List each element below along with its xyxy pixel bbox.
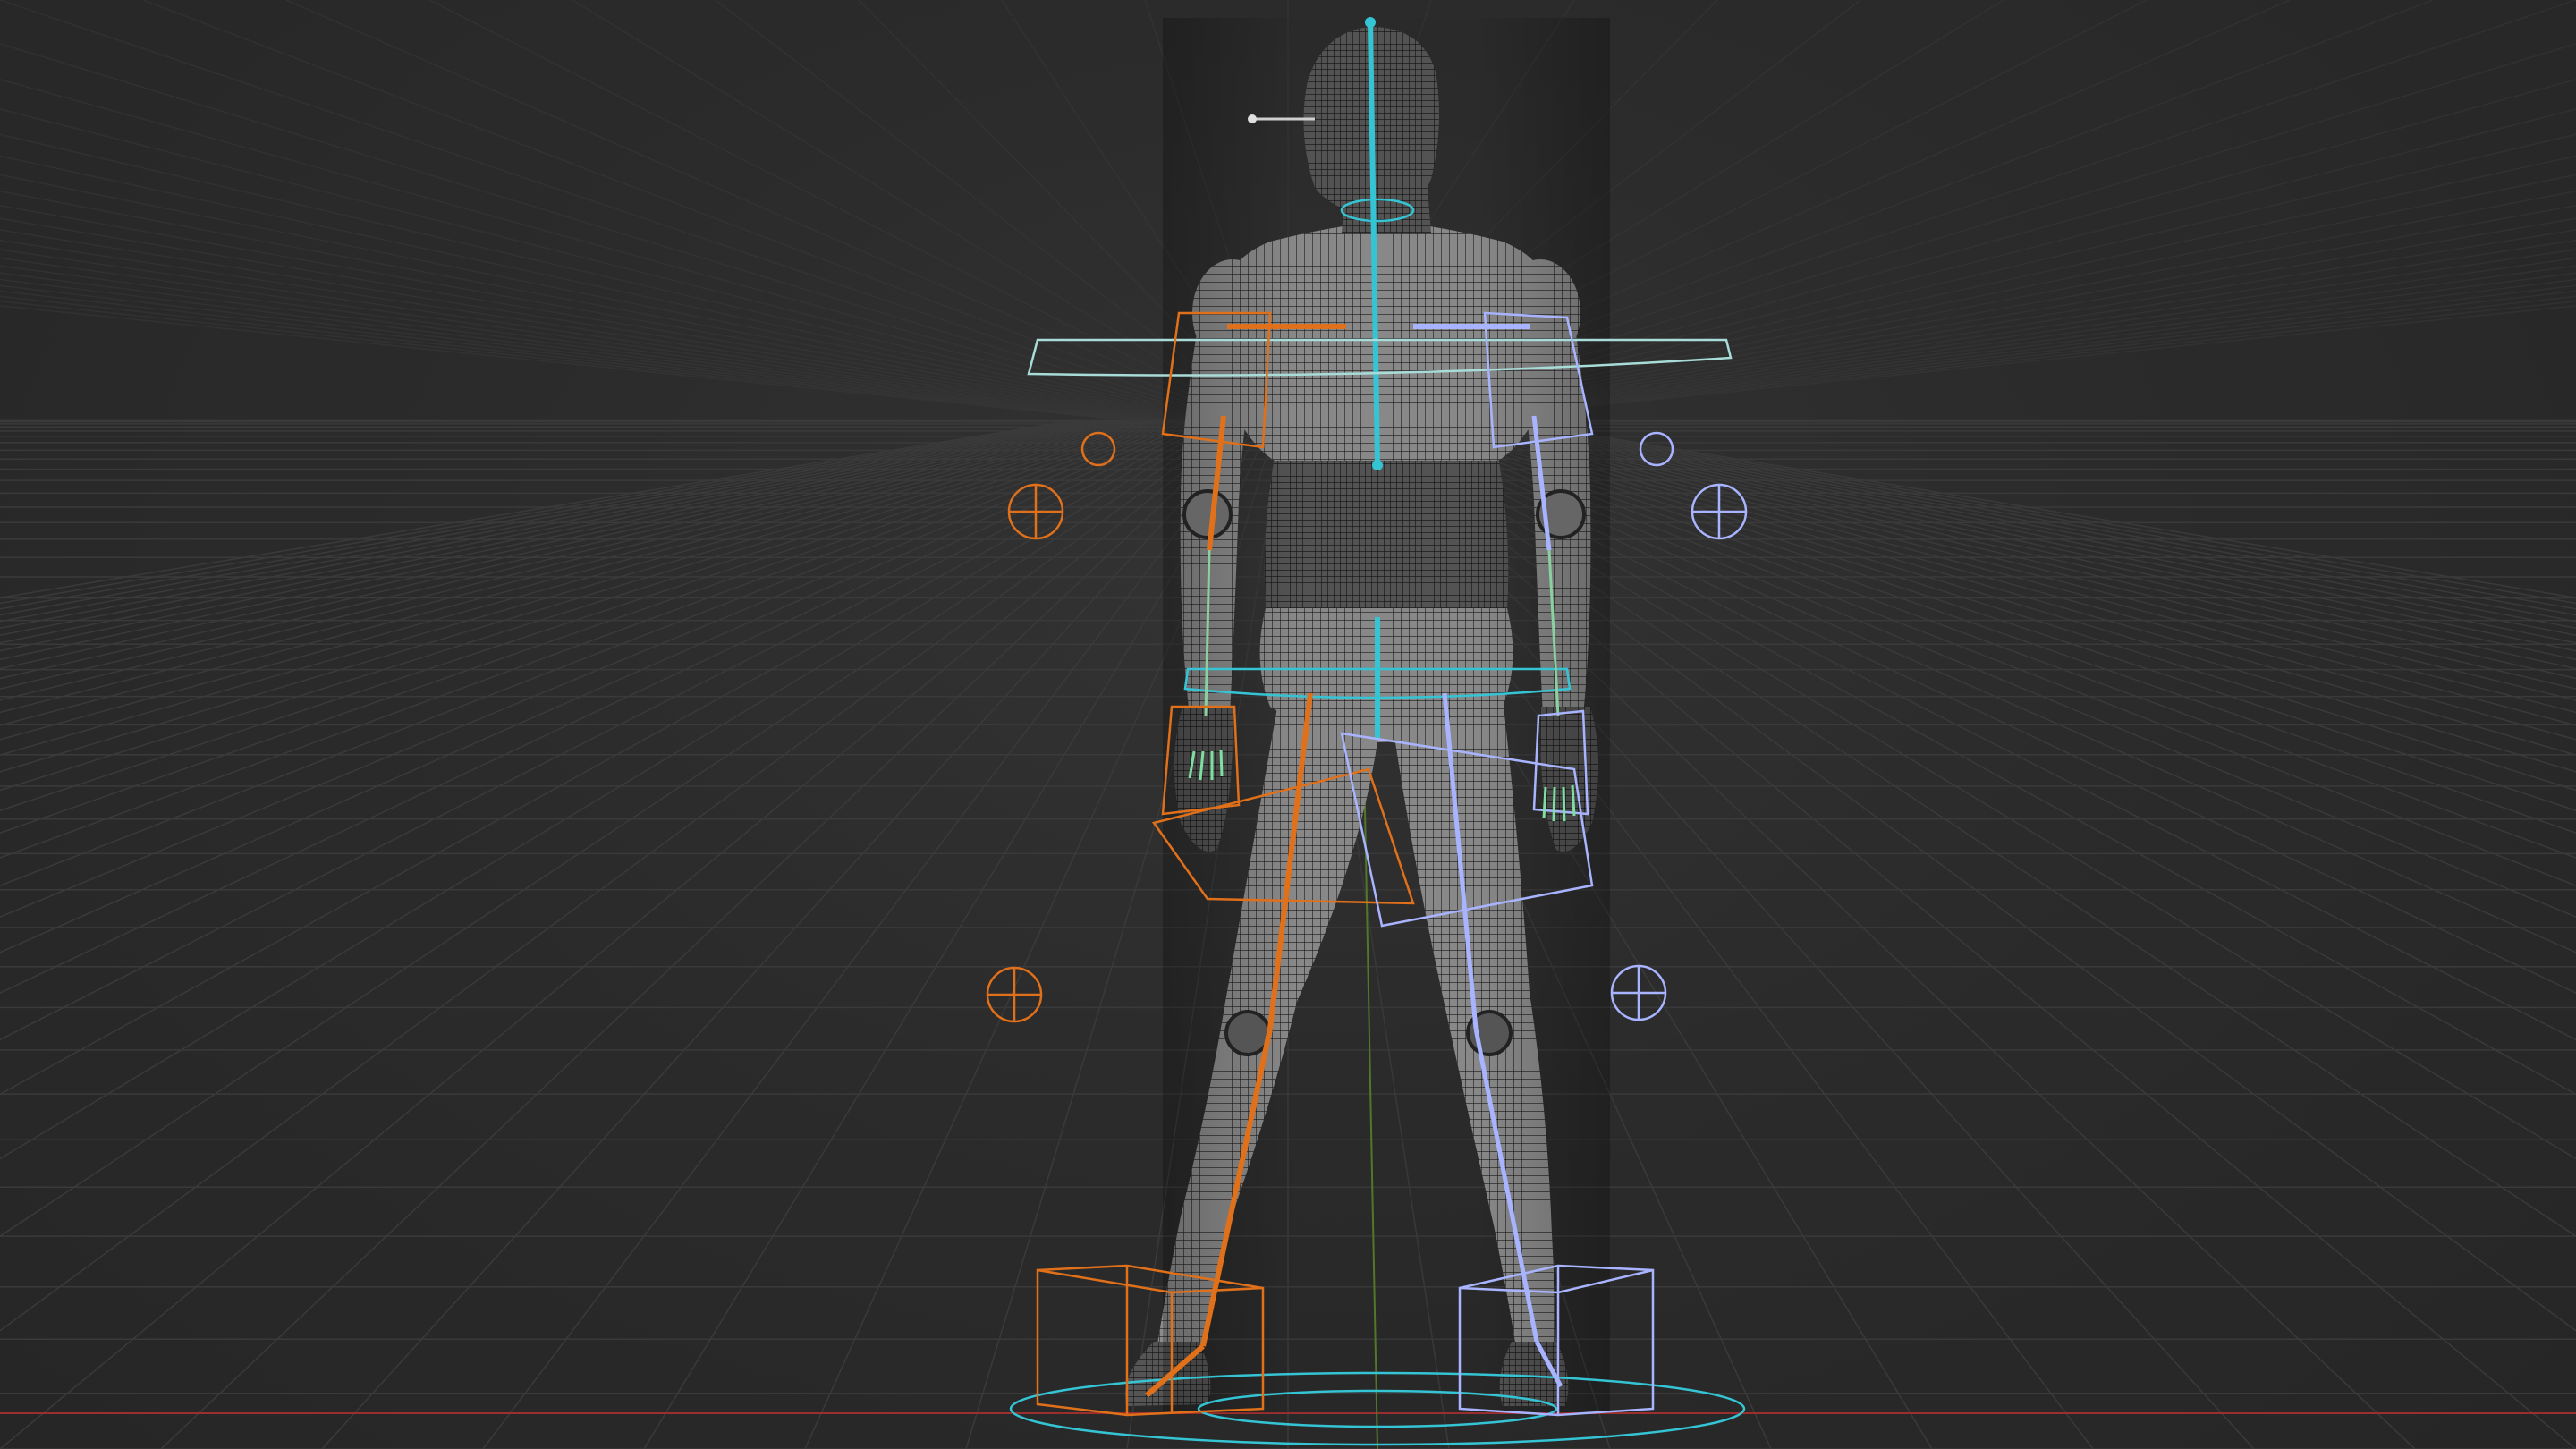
grid-line: [0, 419, 1208, 953]
left-knee-joint: [1224, 1010, 1271, 1056]
grid-line: [0, 301, 1133, 421]
grid-line: [0, 419, 1155, 726]
grid-line: [0, 419, 1176, 792]
grid-line: [1486, 419, 2576, 616]
spine-top-joint[interactable]: [1365, 17, 1376, 28]
eye-target-joint[interactable]: [1248, 114, 1257, 123]
grid-line: [0, 419, 1090, 616]
grid-line: [0, 419, 1230, 1160]
grid-line: [0, 419, 1187, 835]
grid-line: [160, 419, 1251, 1449]
grid-line: [321, 419, 1257, 1449]
grid-line: [0, 419, 1246, 1449]
3d-viewport[interactable]: [0, 0, 2576, 1449]
grid-line: [1480, 419, 2576, 623]
grid-line: [0, 419, 1224, 1096]
grid-line: [1443, 301, 2576, 421]
grid-line: [1502, 419, 2576, 599]
grid-line: [0, 0, 1241, 421]
grid-line: [0, 190, 1203, 421]
grid-line: [0, 229, 1187, 421]
grid-line: [0, 295, 1139, 421]
grid-line: [0, 419, 1171, 773]
grid-line: [572, 0, 1262, 421]
grid-line: [0, 419, 1219, 1041]
grid-line: [0, 419, 1160, 741]
grid-line: [0, 419, 1182, 811]
grid-line: [0, 419, 1096, 623]
grid-line: [0, 419, 1074, 599]
grid-line: [0, 419, 1214, 994]
grid-line: [0, 419, 1165, 756]
spine-bottom-joint[interactable]: [1372, 460, 1383, 470]
grid-line: [0, 205, 1198, 421]
character-mesh[interactable]: [1125, 18, 1610, 1413]
grid-line: [0, 217, 1192, 421]
grid-line: [0, 419, 1149, 714]
left-elbow-joint: [1182, 489, 1233, 539]
viewport-canvas[interactable]: [0, 0, 2576, 1449]
grid-line: [0, 419, 1235, 1237]
